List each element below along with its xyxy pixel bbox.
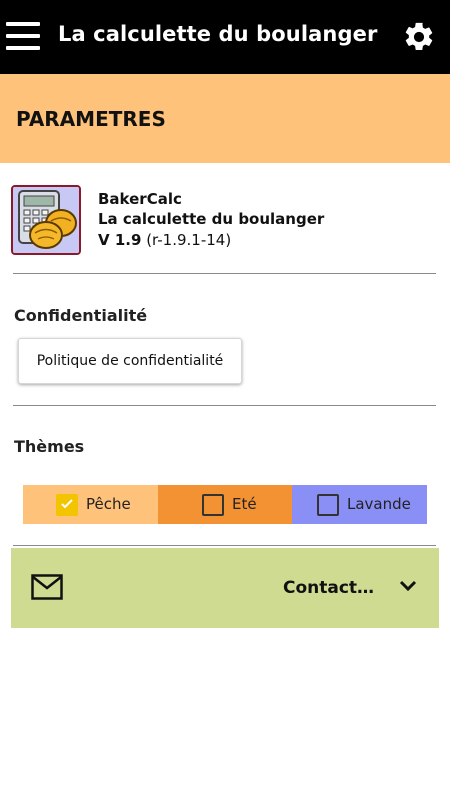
theme-option-peche[interactable]: Pêche [23, 485, 158, 524]
about-version: V 1.9 (r-1.9.1-14) [98, 231, 231, 249]
divider [13, 405, 436, 406]
calculator-bread-logo [13, 187, 79, 253]
chevron-down-icon[interactable] [399, 580, 417, 592]
divider [13, 273, 436, 274]
privacy-label: Confidentialité [14, 306, 148, 325]
app-title: La calculette du boulanger [58, 22, 378, 46]
contact-label: Contact… [283, 578, 375, 598]
about-app-name: BakerCalc [98, 190, 182, 208]
hamburger-menu-icon[interactable] [6, 21, 40, 51]
app-bar: La calculette du boulanger [0, 0, 450, 74]
contact-panel[interactable]: Contact… [11, 548, 439, 628]
themes-label: Thèmes [14, 437, 85, 456]
version-number: V 1.9 [98, 231, 142, 249]
theme-option-lavande[interactable]: Lavande [292, 485, 427, 524]
mail-icon [31, 574, 63, 600]
section-header: PARAMETRES [0, 74, 450, 163]
privacy-policy-button[interactable]: Politique de confidentialité [18, 338, 242, 384]
theme-label-lavande: Lavande [347, 495, 411, 513]
checkbox-icon[interactable] [202, 494, 224, 516]
divider [13, 545, 436, 546]
gear-icon[interactable] [402, 20, 436, 54]
about-app-subtitle: La calculette du boulanger [98, 210, 325, 228]
checkbox-icon[interactable] [317, 494, 339, 516]
app-logo-icon [11, 185, 81, 255]
theme-option-ete[interactable]: Eté [158, 485, 292, 524]
section-title: PARAMETRES [16, 107, 166, 131]
checkbox-checked-icon[interactable] [56, 494, 78, 516]
theme-label-ete: Eté [232, 495, 257, 513]
theme-label-peche: Pêche [86, 495, 131, 513]
build-number: (r-1.9.1-14) [146, 231, 232, 249]
